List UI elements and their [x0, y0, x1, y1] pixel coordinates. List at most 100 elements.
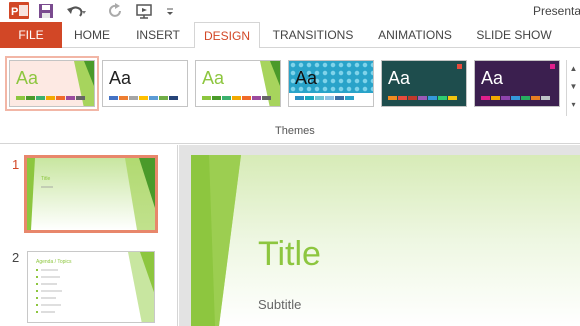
palette-swatch — [531, 96, 540, 100]
slide-thumbnail-2-graphic: Agenda / Topics — [28, 252, 154, 322]
theme-thumbnail-2-label: Aa — [109, 68, 132, 88]
slide-thumbnail-1-graphic: Title — [27, 158, 155, 230]
palette-swatch — [305, 96, 314, 100]
theme-thumbnail-6-palette — [481, 96, 551, 100]
palette-swatch — [56, 96, 65, 100]
document-title: Presentat — [533, 4, 580, 18]
title-bar: P Presentat — [0, 0, 580, 22]
theme-thumbnail-5-accent — [457, 64, 462, 69]
save-icon[interactable] — [38, 2, 54, 20]
design-ribbon: Aa Aa Aa Aa Aa Aa ▲ ▼ ▾ Themes — [0, 48, 580, 144]
palette-swatch — [388, 96, 397, 100]
tab-slide-show[interactable]: SLIDE SHOW — [466, 22, 562, 48]
tab-animations[interactable]: ANIMATIONS — [366, 22, 464, 48]
palette-swatch — [325, 96, 334, 100]
palette-swatch — [129, 96, 138, 100]
theme-thumbnail-6-accent — [550, 64, 555, 69]
theme-thumbnail-2-palette — [109, 96, 179, 100]
palette-swatch — [159, 96, 168, 100]
palette-swatch — [511, 96, 520, 100]
tab-insert[interactable]: INSERT — [122, 22, 194, 48]
theme-thumbnail-4-label: Aa — [295, 68, 318, 88]
slide-thumbnail-2[interactable]: Agenda / Topics — [27, 251, 155, 323]
svg-text:P: P — [11, 6, 18, 18]
powerpoint-window: P Presentat FILE HOME INSERT DESIGN TRAN… — [0, 0, 580, 326]
palette-swatch — [26, 96, 35, 100]
palette-swatch — [448, 96, 457, 100]
theme-thumbnail-4-palette — [295, 96, 365, 100]
tab-file[interactable]: FILE — [0, 22, 62, 48]
palette-swatch — [335, 96, 344, 100]
palette-swatch — [36, 96, 45, 100]
slide-thumbnail-1-title: Title — [41, 176, 50, 182]
palette-swatch — [491, 96, 500, 100]
current-slide[interactable]: Title Subtitle — [191, 155, 580, 326]
palette-swatch — [521, 96, 530, 100]
palette-swatch — [169, 96, 178, 100]
palette-swatch — [109, 96, 118, 100]
palette-swatch — [481, 96, 490, 100]
gallery-up-icon[interactable]: ▲ — [567, 60, 580, 78]
tab-transitions[interactable]: TRANSITIONS — [262, 22, 364, 48]
slide-thumbnail-1[interactable]: Title — [24, 155, 158, 233]
redo-icon[interactable] — [108, 2, 124, 20]
theme-thumbnail-4[interactable]: Aa — [288, 60, 374, 107]
palette-swatch — [139, 96, 148, 100]
theme-thumbnail-6-label: Aa — [481, 68, 504, 88]
customize-qat-icon[interactable] — [165, 2, 175, 20]
palette-swatch — [345, 96, 354, 100]
tab-design[interactable]: DESIGN — [194, 22, 260, 49]
theme-thumbnail-1[interactable]: Aa — [5, 56, 99, 111]
palette-swatch — [438, 96, 447, 100]
palette-swatch — [428, 96, 437, 100]
palette-swatch — [232, 96, 241, 100]
theme-thumbnail-3[interactable]: Aa — [195, 60, 281, 107]
palette-swatch — [202, 96, 211, 100]
palette-swatch — [355, 96, 364, 100]
palette-swatch — [295, 96, 304, 100]
slide-title-placeholder[interactable]: Title — [258, 235, 321, 274]
theme-thumbnail-1-label: Aa — [16, 68, 39, 88]
tab-home[interactable]: HOME — [62, 22, 122, 48]
gallery-scroll: ▲ ▼ ▾ — [566, 60, 580, 116]
undo-icon[interactable] — [66, 2, 86, 20]
palette-swatch — [242, 96, 251, 100]
gallery-down-icon[interactable]: ▼ — [567, 78, 580, 96]
powerpoint-logo-icon[interactable]: P — [9, 2, 29, 19]
slide-thumbnail-2-title: Agenda / Topics — [36, 259, 72, 265]
themes-group-label: Themes — [275, 125, 315, 137]
slide-editor: Title Subtitle — [179, 145, 580, 326]
start-from-beginning-icon[interactable] — [135, 2, 155, 20]
theme-thumbnail-5-palette — [388, 96, 458, 100]
slide-number-2: 2 — [12, 250, 20, 265]
gallery-more-icon[interactable]: ▾ — [567, 96, 580, 114]
palette-swatch — [212, 96, 221, 100]
slide-thumbnail-panel: 1 Title 2 Agenda / Topics — [0, 145, 178, 326]
theme-thumbnail-5-label: Aa — [388, 68, 411, 88]
theme-thumbnail-6[interactable]: Aa — [474, 60, 560, 107]
palette-swatch — [541, 96, 550, 100]
palette-swatch — [418, 96, 427, 100]
palette-swatch — [66, 96, 75, 100]
palette-swatch — [222, 96, 231, 100]
palette-swatch — [76, 96, 85, 100]
theme-thumbnail-5[interactable]: Aa — [381, 60, 467, 107]
slide-subtitle-placeholder[interactable]: Subtitle — [258, 297, 301, 312]
palette-swatch — [46, 96, 55, 100]
palette-swatch — [501, 96, 510, 100]
palette-swatch — [119, 96, 128, 100]
palette-swatch — [252, 96, 261, 100]
theme-thumbnail-3-label: Aa — [202, 68, 225, 88]
theme-thumbnail-3-palette — [202, 96, 272, 100]
palette-swatch — [398, 96, 407, 100]
slide-number-1: 1 — [12, 157, 20, 172]
palette-swatch — [262, 96, 271, 100]
slide-background-graphic — [191, 155, 580, 326]
ribbon-tabs: FILE HOME INSERT DESIGN TRANSITIONS ANIM… — [0, 22, 580, 49]
theme-thumbnail-1-palette — [16, 96, 86, 100]
palette-swatch — [16, 96, 25, 100]
palette-swatch — [149, 96, 158, 100]
palette-swatch — [315, 96, 324, 100]
palette-swatch — [408, 96, 417, 100]
theme-thumbnail-2[interactable]: Aa — [102, 60, 188, 107]
